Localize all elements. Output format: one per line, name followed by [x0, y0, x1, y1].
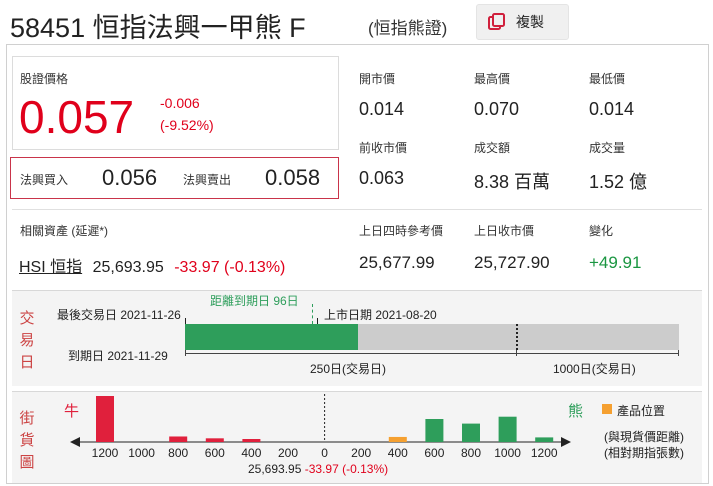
bear-bar	[462, 423, 480, 442]
bull-bar	[205, 438, 224, 442]
bull-bar	[242, 439, 261, 442]
bear-bar	[535, 437, 554, 442]
bull-bar	[169, 436, 188, 442]
center-price: 25,693.95	[248, 462, 302, 476]
street-tick-label: 800	[461, 446, 481, 460]
product-position-bar	[388, 436, 407, 442]
street-tick-label: 800	[168, 446, 188, 460]
street-tick-label: 1200	[531, 446, 558, 460]
bear-bar	[498, 416, 517, 442]
bear-bar	[425, 419, 444, 442]
street-tick-label: 600	[205, 446, 225, 460]
street-tick-label: 400	[241, 446, 261, 460]
street-tick-label: 1000	[494, 446, 521, 460]
street-tick-label: 200	[278, 446, 298, 460]
bull-bar	[96, 396, 114, 442]
street-axis-arrow-right	[561, 437, 571, 447]
center-price-row: 25,693.95 -33.97 (-0.13%)	[248, 462, 388, 476]
street-tick-label: 1000	[128, 446, 155, 460]
street-axis-arrow-left	[70, 437, 80, 447]
street-tick-label: 400	[388, 446, 408, 460]
center-change: -33.97 (-0.13%)	[304, 462, 389, 476]
street-tick-label: 1200	[92, 446, 119, 460]
street-tick-label: 600	[424, 446, 444, 460]
street-tick-label: 200	[351, 446, 371, 460]
street-chart: 1200 1000 800 600 400 200 0 200 400 600 800 1000 120…	[70, 394, 571, 460]
street-tick-label: 0	[321, 446, 328, 460]
